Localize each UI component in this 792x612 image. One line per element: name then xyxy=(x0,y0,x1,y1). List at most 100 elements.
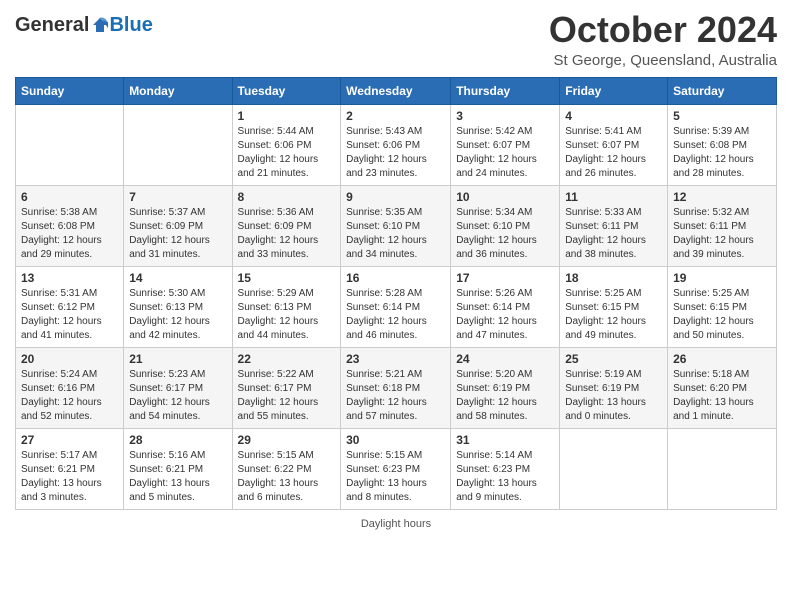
day-info: Sunrise: 5:26 AM Sunset: 6:14 PM Dayligh… xyxy=(456,287,554,343)
calendar-week-row: 27 Sunrise: 5:17 AM Sunset: 6:21 PM Dayli… xyxy=(16,428,777,509)
day-number: 20 xyxy=(21,352,118,366)
calendar: SundayMondayTuesdayWednesdayThursdayFrid… xyxy=(15,77,777,510)
day-number: 16 xyxy=(346,271,445,285)
day-number: 31 xyxy=(456,433,554,447)
day-info: Sunrise: 5:37 AM Sunset: 6:09 PM Dayligh… xyxy=(129,206,226,262)
day-info: Sunrise: 5:34 AM Sunset: 6:10 PM Dayligh… xyxy=(456,206,554,262)
day-number: 29 xyxy=(238,433,336,447)
calendar-cell: 9 Sunrise: 5:35 AM Sunset: 6:10 PM Daylig… xyxy=(341,185,451,266)
day-info: Sunrise: 5:24 AM Sunset: 6:16 PM Dayligh… xyxy=(21,368,118,424)
day-info: Sunrise: 5:17 AM Sunset: 6:21 PM Dayligh… xyxy=(21,449,118,505)
day-number: 23 xyxy=(346,352,445,366)
calendar-cell: 7Sunrise: 5:37 AM Sunset: 6:09 PM Daylig… xyxy=(124,185,232,266)
calendar-cell: 25 Sunrise: 5:19 AM Sunset: 6:19 PM Dayli… xyxy=(560,347,668,428)
day-info: Sunrise: 5:15 AM Sunset: 6:23 PM Dayligh… xyxy=(346,449,445,505)
footer-note: Daylight hours xyxy=(15,518,777,530)
calendar-week-row: 20 Sunrise: 5:24 AM Sunset: 6:16 PM Dayli… xyxy=(16,347,777,428)
day-info: Sunrise: 5:38 AM Sunset: 6:08 PM Dayligh… xyxy=(21,206,118,262)
calendar-cell: 24 Sunrise: 5:20 AM Sunset: 6:19 PM Dayli… xyxy=(451,347,560,428)
day-info: Sunrise: 5:25 AM Sunset: 6:15 PM Dayligh… xyxy=(565,287,662,343)
day-info: Sunrise: 5:20 AM Sunset: 6:19 PM Dayligh… xyxy=(456,368,554,424)
day-of-week-header: Sunday xyxy=(16,77,124,104)
day-number: 5 xyxy=(673,109,771,123)
day-number: 21 xyxy=(129,352,226,366)
day-info: Sunrise: 5:22 AM Sunset: 6:17 PM Dayligh… xyxy=(238,368,336,424)
calendar-week-row: 13 Sunrise: 5:31 AM Sunset: 6:12 PM Dayli… xyxy=(16,266,777,347)
day-info: Sunrise: 5:30 AM Sunset: 6:13 PM Dayligh… xyxy=(129,287,226,343)
day-info: Sunrise: 5:36 AM Sunset: 6:09 PM Dayligh… xyxy=(238,206,336,262)
day-number: 4 xyxy=(565,109,662,123)
day-number: 25 xyxy=(565,352,662,366)
day-info: Sunrise: 5:32 AM Sunset: 6:11 PM Dayligh… xyxy=(673,206,771,262)
calendar-cell: 29 Sunrise: 5:15 AM Sunset: 6:22 PM Dayli… xyxy=(232,428,341,509)
calendar-cell: 19 Sunrise: 5:25 AM Sunset: 6:15 PM Dayli… xyxy=(668,266,777,347)
day-info: Sunrise: 5:44 AM Sunset: 6:06 PM Dayligh… xyxy=(238,125,336,181)
calendar-cell: 28 Sunrise: 5:16 AM Sunset: 6:21 PM Dayli… xyxy=(124,428,232,509)
logo: General Blue xyxy=(15,14,153,37)
calendar-cell xyxy=(124,104,232,185)
calendar-cell: 3Sunrise: 5:42 AM Sunset: 6:07 PM Daylig… xyxy=(451,104,560,185)
day-info: Sunrise: 5:14 AM Sunset: 6:23 PM Dayligh… xyxy=(456,449,554,505)
calendar-cell: 16 Sunrise: 5:28 AM Sunset: 6:14 PM Dayli… xyxy=(341,266,451,347)
day-info: Sunrise: 5:15 AM Sunset: 6:22 PM Dayligh… xyxy=(238,449,336,505)
day-number: 30 xyxy=(346,433,445,447)
calendar-cell: 12 Sunrise: 5:32 AM Sunset: 6:11 PM Dayli… xyxy=(668,185,777,266)
month-title: October 2024 xyxy=(549,10,777,50)
day-number: 12 xyxy=(673,190,771,204)
day-info: Sunrise: 5:19 AM Sunset: 6:19 PM Dayligh… xyxy=(565,368,662,424)
day-number: 10 xyxy=(456,190,554,204)
calendar-cell xyxy=(668,428,777,509)
day-info: Sunrise: 5:31 AM Sunset: 6:12 PM Dayligh… xyxy=(21,287,118,343)
day-number: 15 xyxy=(238,271,336,285)
calendar-cell: 11 Sunrise: 5:33 AM Sunset: 6:11 PM Dayli… xyxy=(560,185,668,266)
day-info: Sunrise: 5:35 AM Sunset: 6:10 PM Dayligh… xyxy=(346,206,445,262)
day-number: 26 xyxy=(673,352,771,366)
day-number: 19 xyxy=(673,271,771,285)
logo-general-text: General xyxy=(15,14,89,37)
calendar-week-row: 1 Sunrise: 5:44 AM Sunset: 6:06 PM Daylig… xyxy=(16,104,777,185)
logo-icon xyxy=(91,16,109,34)
calendar-cell: 21Sunrise: 5:23 AM Sunset: 6:17 PM Dayli… xyxy=(124,347,232,428)
day-of-week-header: Wednesday xyxy=(341,77,451,104)
calendar-cell: 1 Sunrise: 5:44 AM Sunset: 6:06 PM Daylig… xyxy=(232,104,341,185)
day-of-week-header: Saturday xyxy=(668,77,777,104)
day-number: 27 xyxy=(21,433,118,447)
day-number: 13 xyxy=(21,271,118,285)
calendar-cell: 13 Sunrise: 5:31 AM Sunset: 6:12 PM Dayli… xyxy=(16,266,124,347)
calendar-cell xyxy=(560,428,668,509)
day-info: Sunrise: 5:29 AM Sunset: 6:13 PM Dayligh… xyxy=(238,287,336,343)
calendar-cell: 30 Sunrise: 5:15 AM Sunset: 6:23 PM Dayli… xyxy=(341,428,451,509)
day-number: 2 xyxy=(346,109,445,123)
calendar-cell: 10 Sunrise: 5:34 AM Sunset: 6:10 PM Dayli… xyxy=(451,185,560,266)
logo-blue-text: Blue xyxy=(109,14,152,37)
day-info: Sunrise: 5:39 AM Sunset: 6:08 PM Dayligh… xyxy=(673,125,771,181)
title-area: October 2024 St George, Queensland, Aust… xyxy=(549,10,777,69)
day-number: 9 xyxy=(346,190,445,204)
day-number: 1 xyxy=(238,109,336,123)
day-info: Sunrise: 5:28 AM Sunset: 6:14 PM Dayligh… xyxy=(346,287,445,343)
calendar-cell: 26Sunrise: 5:18 AM Sunset: 6:20 PM Dayli… xyxy=(668,347,777,428)
calendar-header-row: SundayMondayTuesdayWednesdayThursdayFrid… xyxy=(16,77,777,104)
day-info: Sunrise: 5:21 AM Sunset: 6:18 PM Dayligh… xyxy=(346,368,445,424)
calendar-cell: 2Sunrise: 5:43 AM Sunset: 6:06 PM Daylig… xyxy=(341,104,451,185)
calendar-cell: 5 Sunrise: 5:39 AM Sunset: 6:08 PM Daylig… xyxy=(668,104,777,185)
calendar-cell: 14Sunrise: 5:30 AM Sunset: 6:13 PM Dayli… xyxy=(124,266,232,347)
day-info: Sunrise: 5:16 AM Sunset: 6:21 PM Dayligh… xyxy=(129,449,226,505)
day-info: Sunrise: 5:33 AM Sunset: 6:11 PM Dayligh… xyxy=(565,206,662,262)
day-number: 3 xyxy=(456,109,554,123)
calendar-cell: 27 Sunrise: 5:17 AM Sunset: 6:21 PM Dayli… xyxy=(16,428,124,509)
day-number: 24 xyxy=(456,352,554,366)
day-number: 11 xyxy=(565,190,662,204)
calendar-cell: 8Sunrise: 5:36 AM Sunset: 6:09 PM Daylig… xyxy=(232,185,341,266)
day-number: 18 xyxy=(565,271,662,285)
calendar-cell: 6Sunrise: 5:38 AM Sunset: 6:08 PM Daylig… xyxy=(16,185,124,266)
calendar-cell: 15 Sunrise: 5:29 AM Sunset: 6:13 PM Dayli… xyxy=(232,266,341,347)
day-of-week-header: Tuesday xyxy=(232,77,341,104)
day-number: 28 xyxy=(129,433,226,447)
day-number: 17 xyxy=(456,271,554,285)
calendar-cell: 4Sunrise: 5:41 AM Sunset: 6:07 PM Daylig… xyxy=(560,104,668,185)
calendar-cell: 23 Sunrise: 5:21 AM Sunset: 6:18 PM Dayli… xyxy=(341,347,451,428)
calendar-cell: 18 Sunrise: 5:25 AM Sunset: 6:15 PM Dayli… xyxy=(560,266,668,347)
day-of-week-header: Monday xyxy=(124,77,232,104)
day-info: Sunrise: 5:25 AM Sunset: 6:15 PM Dayligh… xyxy=(673,287,771,343)
